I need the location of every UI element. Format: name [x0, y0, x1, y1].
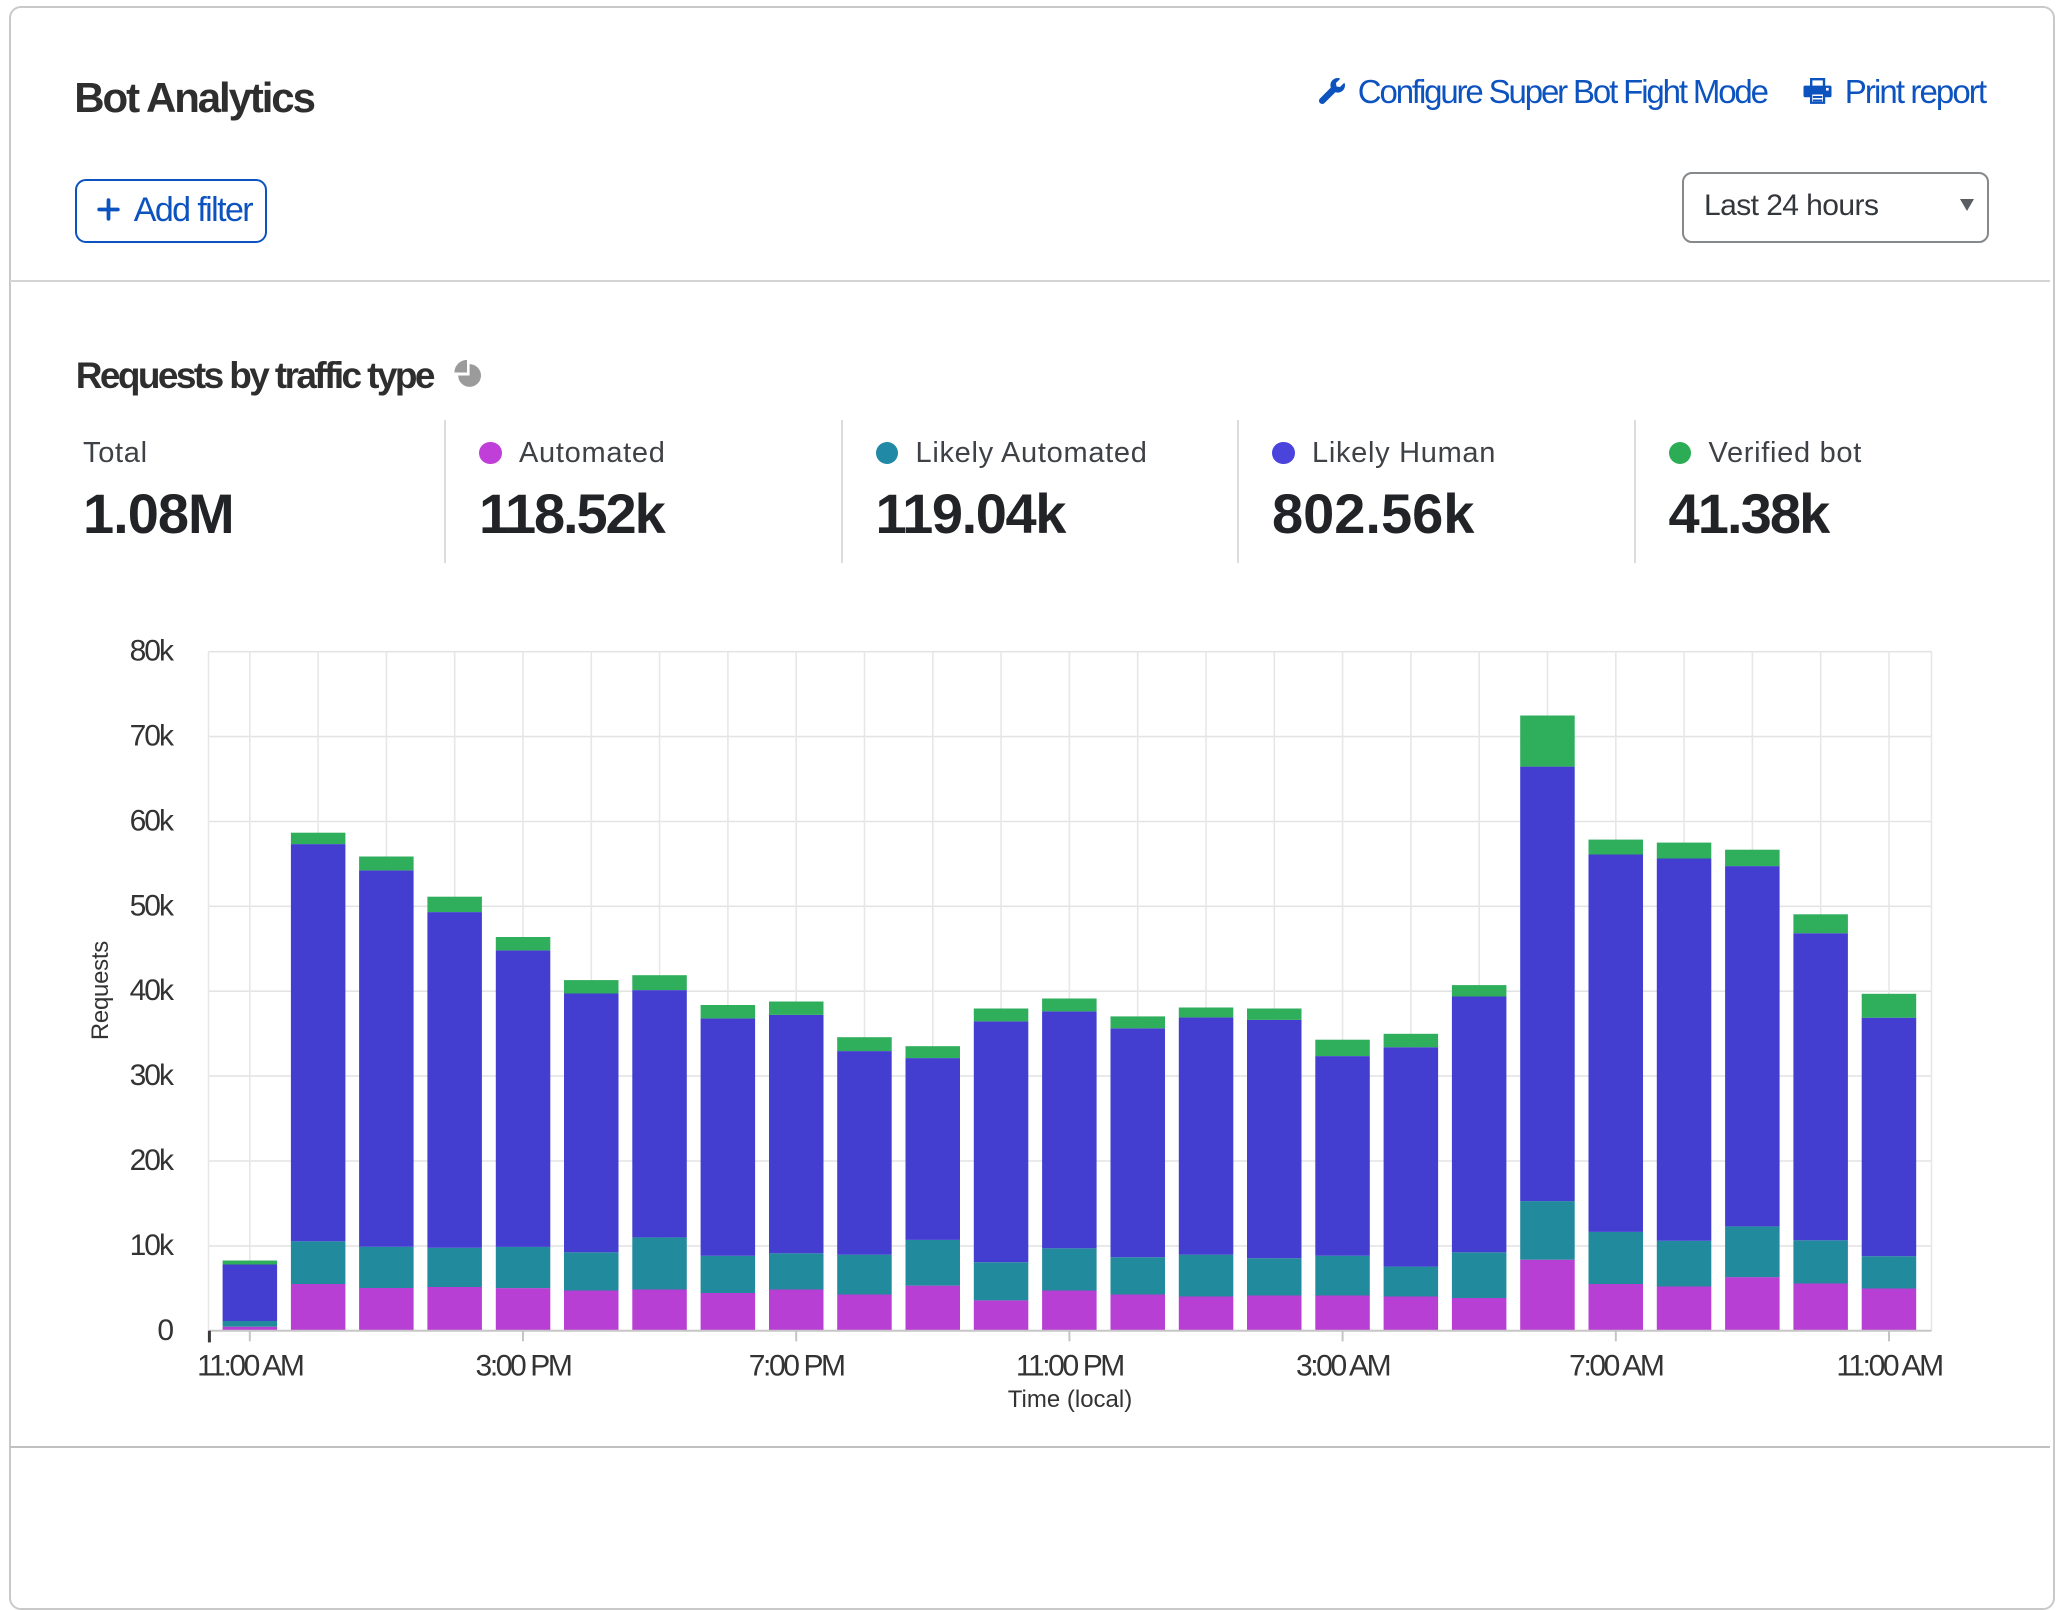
svg-text:10k: 10k [130, 1229, 175, 1262]
svg-text:0: 0 [157, 1314, 173, 1347]
svg-text:7:00 PM: 7:00 PM [749, 1350, 844, 1383]
svg-text:11:00 AM: 11:00 AM [197, 1350, 303, 1383]
svg-text:11:00 AM: 11:00 AM [1836, 1350, 1942, 1383]
svg-text:30k: 30k [130, 1059, 175, 1092]
svg-text:60k: 60k [130, 805, 175, 838]
svg-text:70k: 70k [130, 720, 175, 753]
svg-text:20k: 20k [130, 1144, 175, 1177]
svg-text:40k: 40k [130, 974, 175, 1007]
svg-text:11:00 PM: 11:00 PM [1016, 1350, 1123, 1383]
svg-text:80k: 80k [130, 635, 175, 668]
svg-text:Time (local): Time (local) [1008, 1386, 1132, 1413]
svg-text:7:00 AM: 7:00 AM [1569, 1350, 1663, 1383]
svg-text:3:00 PM: 3:00 PM [476, 1350, 571, 1383]
svg-text:50k: 50k [130, 889, 175, 922]
svg-text:3:00 AM: 3:00 AM [1296, 1350, 1390, 1383]
svg-text:Requests: Requests [87, 941, 114, 1040]
